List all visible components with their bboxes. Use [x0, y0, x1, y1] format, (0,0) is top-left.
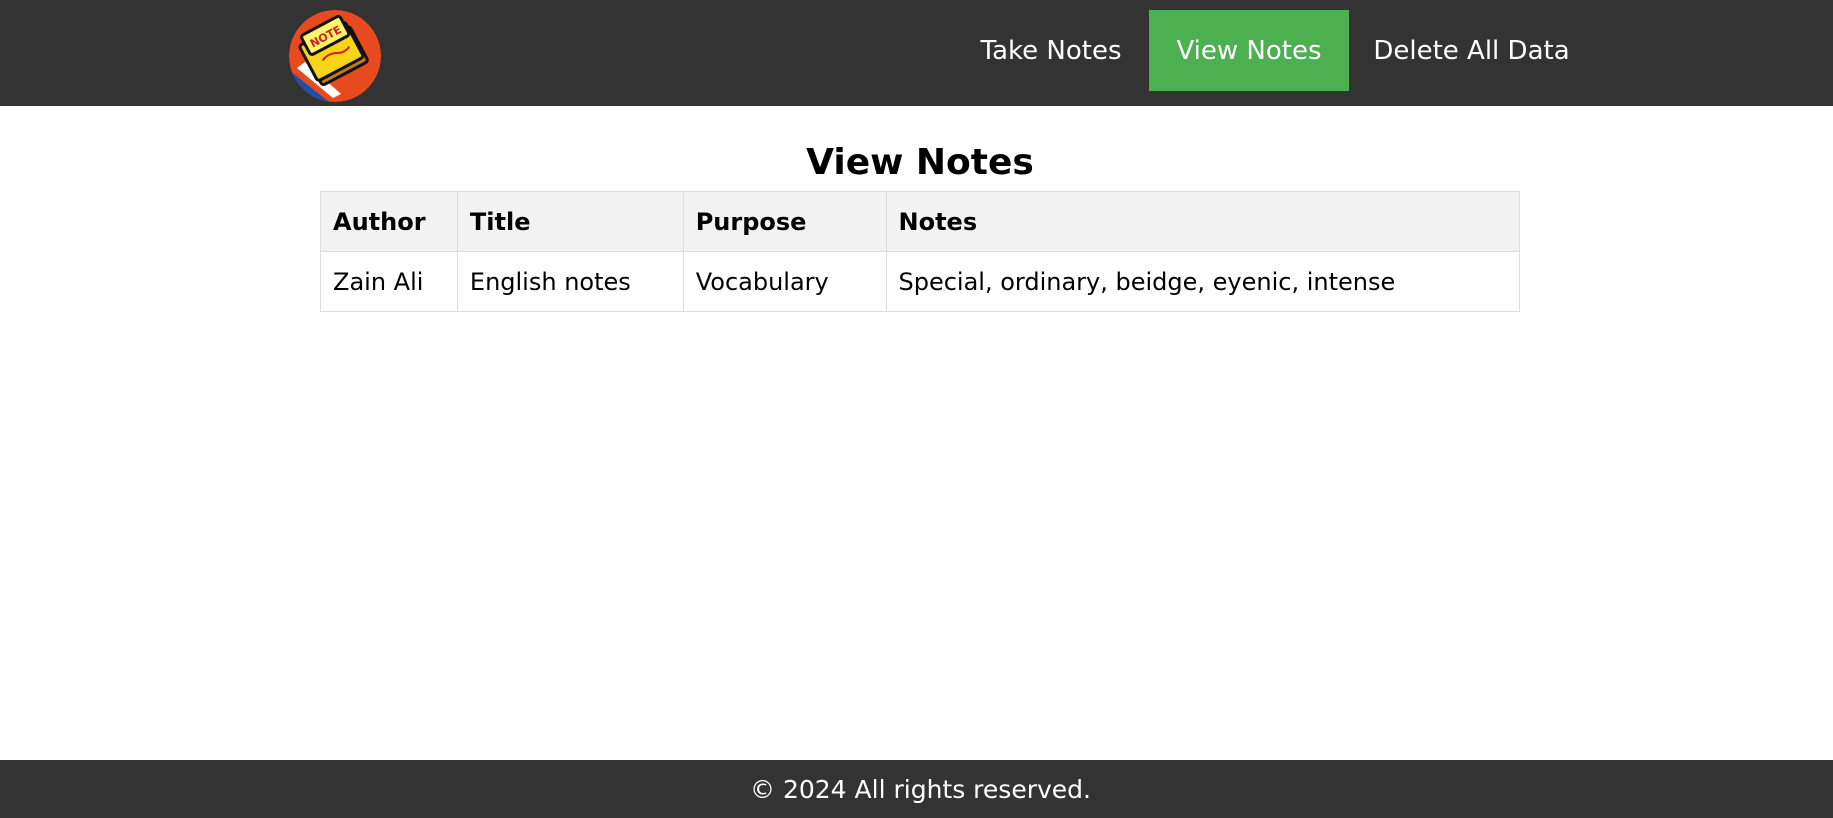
nav-view-notes[interactable]: View Notes — [1149, 10, 1349, 91]
cell-author: Zain Ali — [320, 251, 458, 312]
main-nav: Take Notes View Notes Delete All Data — [0, 10, 1833, 91]
notes-table: Author Title Purpose Notes Zain Ali Engl… — [320, 191, 1520, 312]
navbar: NOTE Take Notes View Notes Delete All Da… — [0, 0, 1833, 106]
footer: © 2024 All rights reserved. — [0, 760, 1833, 818]
nav-take-notes[interactable]: Take Notes — [953, 10, 1149, 91]
cell-notes: Special, ordinary, beidge, eyenic, inten… — [885, 251, 1520, 312]
column-header-notes: Notes — [885, 191, 1520, 252]
column-header-title: Title — [456, 191, 684, 252]
column-header-author: Author — [320, 191, 458, 252]
cell-title: English notes — [456, 251, 684, 312]
page-title: View Notes — [806, 142, 1034, 183]
table-header-row: Author Title Purpose Notes — [320, 191, 1520, 252]
page: NOTE Take Notes View Notes Delete All Da… — [0, 0, 1833, 818]
cell-purpose: Vocabulary — [682, 251, 887, 312]
copyright-text: © 2024 All rights reserved. — [750, 774, 1091, 804]
column-header-purpose: Purpose — [682, 191, 887, 252]
nav-delete-all-data[interactable]: Delete All Data — [1349, 10, 1594, 91]
table-row: Zain Ali English notes Vocabulary Specia… — [320, 251, 1520, 312]
